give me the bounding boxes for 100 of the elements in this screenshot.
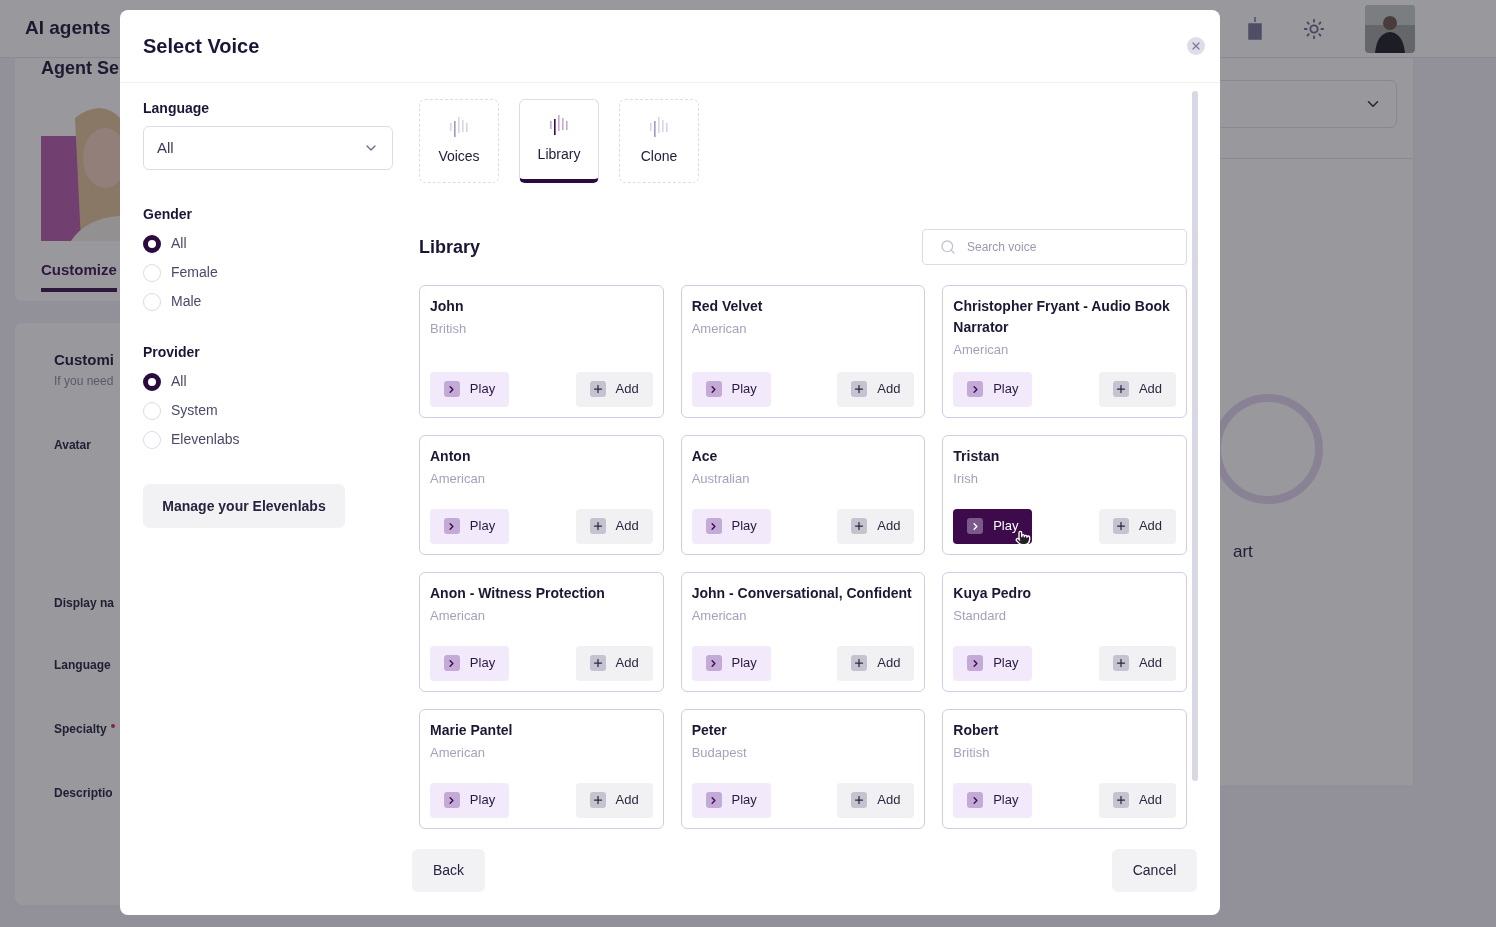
- add-button[interactable]: Add: [1099, 371, 1176, 407]
- section-title: Customi: [54, 350, 114, 370]
- section-title: Library: [419, 235, 481, 259]
- chevron-icon: [705, 792, 722, 808]
- sound-wave-icon: [448, 115, 470, 138]
- close-icon: [1190, 40, 1202, 52]
- add-button[interactable]: Add: [1099, 508, 1176, 544]
- field-label: Avatar: [54, 436, 91, 454]
- chevron-icon: [443, 381, 460, 397]
- sound-wave-icon: [548, 114, 570, 136]
- play-button[interactable]: Play: [953, 508, 1033, 544]
- search-icon: [940, 239, 956, 255]
- voice-accent: American: [430, 469, 486, 488]
- play-button[interactable]: Play: [430, 371, 509, 407]
- radio-label: System: [171, 401, 218, 420]
- voice-source-tab[interactable]: Library: [519, 99, 599, 183]
- customize-tab[interactable]: Customize: [41, 259, 117, 292]
- voice-accent: Budapest: [691, 743, 748, 762]
- play-button[interactable]: Play: [430, 645, 509, 681]
- voice-accent: American: [430, 743, 486, 762]
- voice-accent: Standard: [953, 606, 1008, 625]
- plus-icon: [1112, 381, 1129, 397]
- close-button[interactable]: [1187, 37, 1205, 55]
- chevron-icon: [967, 792, 984, 808]
- radio-label: All: [171, 234, 187, 253]
- play-button[interactable]: Play: [691, 782, 771, 818]
- voice-name: Marie Pantel: [430, 720, 514, 740]
- scrollbar[interactable]: [1192, 91, 1198, 781]
- voice-accent: American: [953, 341, 1010, 359]
- add-button[interactable]: Add: [1099, 782, 1176, 818]
- voice-name: Tristan: [953, 446, 1001, 466]
- manage-elevenlabs-button[interactable]: Manage your Elevenlabs: [143, 484, 345, 528]
- play-button[interactable]: Play: [430, 782, 509, 818]
- voice-name: Robert: [953, 720, 1000, 740]
- add-button[interactable]: Add: [575, 645, 653, 681]
- filter-label: Language: [143, 99, 211, 118]
- plus-icon: [589, 518, 606, 534]
- plus-icon: [1112, 518, 1129, 534]
- radio-label: Male: [171, 292, 202, 311]
- app-title: AI agents: [25, 16, 111, 41]
- field-label: Language: [54, 656, 111, 674]
- add-button[interactable]: Add: [575, 782, 653, 818]
- voice-name: Red Velvet: [691, 297, 764, 316]
- chevron-icon: [967, 655, 984, 671]
- radio-label: All: [171, 372, 187, 391]
- start-label: art: [1233, 541, 1254, 563]
- add-button[interactable]: Add: [837, 508, 915, 544]
- field-label: Descriptio: [54, 784, 113, 802]
- radio-label: Female: [171, 263, 218, 282]
- play-button[interactable]: Play: [430, 508, 509, 544]
- voice-name: Christopher Fryant - Audio Book Narrator: [953, 297, 1171, 337]
- plus-icon: [1112, 792, 1129, 808]
- voice-source-tab[interactable]: Clone: [619, 99, 699, 183]
- voice-source-tab[interactable]: Voices: [419, 99, 499, 183]
- voice-accent: Irish: [953, 469, 979, 488]
- dialog-title: Select Voice: [143, 34, 260, 59]
- play-button[interactable]: Play: [691, 371, 771, 407]
- voice-accent: British: [953, 743, 991, 762]
- play-button[interactable]: Play: [953, 782, 1033, 818]
- plus-icon: [1112, 655, 1129, 671]
- plus-icon: [589, 381, 606, 397]
- voice-accent: American: [430, 606, 486, 625]
- add-button[interactable]: Add: [575, 508, 653, 544]
- chevron-icon: [967, 381, 984, 397]
- search-field[interactable]: Search voice: [922, 229, 1187, 265]
- voice-name: Anton: [430, 446, 472, 466]
- radio-button[interactable]: [143, 372, 161, 391]
- add-button[interactable]: Add: [837, 782, 915, 818]
- filter-label: Gender: [143, 205, 193, 224]
- play-button[interactable]: Play: [691, 645, 771, 681]
- play-button[interactable]: Play: [953, 371, 1033, 407]
- plus-icon: [851, 381, 868, 397]
- chevron-icon: [443, 518, 460, 534]
- back-button[interactable]: Back: [412, 849, 485, 892]
- add-button[interactable]: Add: [1099, 645, 1176, 681]
- radio-label: Elevenlabs: [171, 430, 240, 449]
- voice-accent: American: [691, 606, 748, 625]
- voice-accent: British: [430, 320, 468, 338]
- add-button[interactable]: Add: [837, 645, 915, 681]
- radio-button[interactable]: [143, 234, 161, 253]
- chevron-icon: [705, 381, 722, 397]
- plus-icon: [851, 518, 868, 534]
- sound-wave-icon: [648, 115, 670, 138]
- voice-name: Ace: [691, 446, 719, 466]
- cancel-button[interactable]: Cancel: [1112, 849, 1197, 892]
- voice-name: Peter: [691, 720, 728, 740]
- play-button[interactable]: Play: [953, 645, 1033, 681]
- voice-name: Kuya Pedro: [953, 583, 1033, 603]
- chevron-icon: [705, 518, 722, 534]
- play-button[interactable]: Play: [691, 508, 771, 544]
- plus-icon: [851, 655, 868, 671]
- voice-accent: Australian: [691, 469, 751, 488]
- voice-name: Anon - Witness Protection: [430, 583, 606, 603]
- language-select[interactable]: All: [143, 126, 393, 170]
- add-button[interactable]: Add: [575, 371, 653, 407]
- chevron-icon: [705, 655, 722, 671]
- add-button[interactable]: Add: [837, 371, 915, 407]
- plus-icon: [589, 792, 606, 808]
- voice-accent: American: [691, 320, 748, 338]
- page-title: Agent Se: [41, 58, 119, 80]
